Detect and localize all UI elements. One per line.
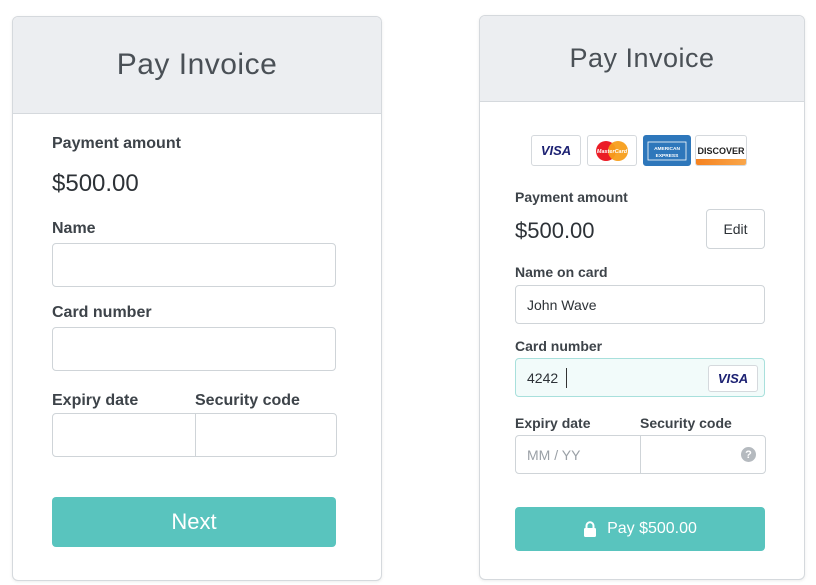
card-number-field[interactable] — [52, 327, 336, 371]
svg-text:MasterCard: MasterCard — [597, 149, 628, 155]
pay-invoice-card-step1: Pay Invoice Payment amount $500.00 Name … — [12, 16, 382, 581]
question-icon[interactable]: ? — [741, 447, 756, 462]
name-field[interactable] — [52, 243, 336, 287]
visa-logo-icon: VISA — [531, 135, 581, 166]
discover-logo-icon: DISCOVER — [695, 135, 747, 166]
security-code-label: Security code — [195, 392, 300, 409]
svg-text:EXPRESS: EXPRESS — [656, 153, 679, 159]
amex-logo-icon: AMERICAN EXPRESS — [643, 135, 691, 166]
payment-amount-value: $500.00 — [515, 218, 595, 243]
card-number-label: Card number — [52, 304, 152, 321]
security-code-field[interactable] — [196, 414, 336, 456]
card-number-label: Card number — [515, 338, 603, 354]
expiry-date-label: Expiry date — [515, 415, 591, 431]
mastercard-logo-icon: MasterCard — [587, 135, 637, 166]
page-title: Pay Invoice — [116, 48, 278, 81]
payment-amount-label: Payment amount — [515, 189, 628, 205]
card-number-field[interactable]: 4242 VISA — [515, 358, 765, 397]
next-button[interactable]: Next — [52, 497, 336, 547]
expiry-date-label: Expiry date — [52, 392, 139, 409]
expiry-security-group — [52, 413, 337, 457]
card-header: Pay Invoice — [13, 17, 381, 114]
visa-detected-icon: VISA — [708, 365, 758, 392]
security-code-label: Security code — [640, 415, 732, 431]
card-header: Pay Invoice — [480, 16, 804, 102]
expiry-security-group: MM / YY ? — [515, 435, 766, 474]
name-on-card-label: Name on card — [515, 264, 608, 280]
page-title: Pay Invoice — [569, 43, 715, 73]
svg-text:AMERICAN: AMERICAN — [654, 146, 680, 152]
text-cursor — [566, 367, 568, 388]
name-label: Name — [52, 220, 96, 237]
lock-icon — [584, 521, 597, 537]
edit-amount-button[interactable]: Edit — [706, 209, 765, 249]
pay-invoice-card-step2: Pay Invoice VISA MasterCard AMERICAN EXP… — [479, 15, 805, 580]
expiry-date-field[interactable]: MM / YY — [516, 436, 640, 473]
security-code-field[interactable]: ? — [641, 436, 765, 473]
name-on-card-field[interactable]: John Wave — [515, 285, 765, 324]
expiry-date-field[interactable] — [53, 414, 195, 456]
pay-button[interactable]: Pay $500.00 — [515, 507, 765, 551]
payment-amount-label: Payment amount — [52, 135, 181, 152]
payment-amount-value: $500.00 — [52, 170, 139, 197]
